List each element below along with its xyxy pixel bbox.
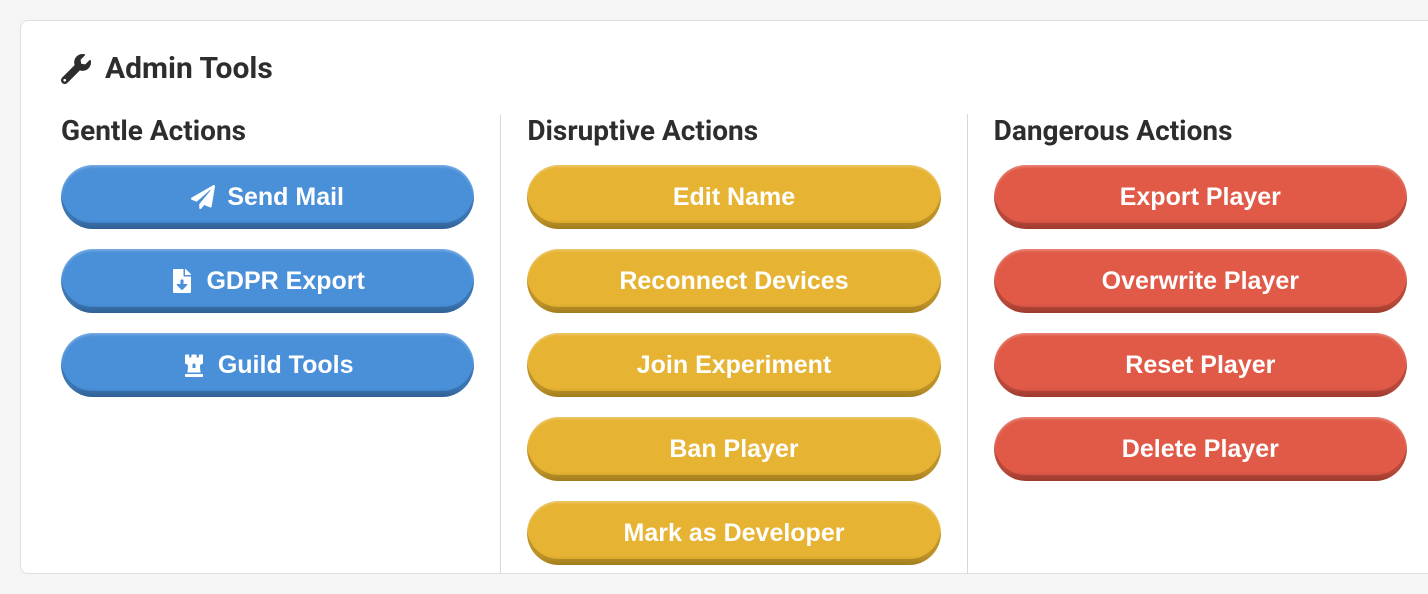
mark-developer-label: Mark as Developer [624, 519, 845, 548]
reconnect-devices-label: Reconnect Devices [619, 267, 848, 296]
export-player-button[interactable]: Export Player [994, 165, 1407, 229]
overwrite-player-button[interactable]: Overwrite Player [994, 249, 1407, 313]
delete-player-button[interactable]: Delete Player [994, 417, 1407, 481]
reset-player-label: Reset Player [1125, 351, 1275, 380]
send-mail-button[interactable]: Send Mail [61, 165, 474, 229]
disruptive-actions-column: Disruptive Actions Edit Name Reconnect D… [500, 114, 966, 574]
dangerous-column-title: Dangerous Actions [994, 114, 1407, 147]
action-columns: Gentle Actions Send Mail GDPR Export [61, 114, 1407, 574]
disruptive-column-title: Disruptive Actions [527, 114, 940, 147]
mark-developer-button[interactable]: Mark as Developer [527, 501, 940, 565]
ban-player-button[interactable]: Ban Player [527, 417, 940, 481]
card-header: Admin Tools [61, 51, 1407, 86]
ban-player-label: Ban Player [669, 435, 798, 464]
dangerous-actions-column: Dangerous Actions Export Player Overwrit… [967, 114, 1407, 574]
delete-player-label: Delete Player [1122, 435, 1279, 464]
paper-plane-icon [191, 185, 215, 209]
gdpr-export-label: GDPR Export [206, 267, 364, 296]
send-mail-label: Send Mail [227, 183, 344, 212]
file-download-icon [170, 269, 194, 293]
guild-tools-label: Guild Tools [218, 351, 354, 380]
card-title: Admin Tools [105, 51, 273, 86]
guild-tools-button[interactable]: Guild Tools [61, 333, 474, 397]
edit-name-label: Edit Name [673, 183, 795, 212]
join-experiment-button[interactable]: Join Experiment [527, 333, 940, 397]
gentle-column-title: Gentle Actions [61, 114, 474, 147]
reconnect-devices-button[interactable]: Reconnect Devices [527, 249, 940, 313]
join-experiment-label: Join Experiment [637, 351, 832, 380]
gentle-actions-column: Gentle Actions Send Mail GDPR Export [61, 114, 500, 574]
export-player-label: Export Player [1120, 183, 1281, 212]
wrench-icon [61, 54, 91, 84]
edit-name-button[interactable]: Edit Name [527, 165, 940, 229]
reset-player-button[interactable]: Reset Player [994, 333, 1407, 397]
admin-tools-card: Admin Tools Gentle Actions Send Mail GDP… [20, 20, 1428, 574]
gdpr-export-button[interactable]: GDPR Export [61, 249, 474, 313]
overwrite-player-label: Overwrite Player [1102, 267, 1299, 296]
chess-rook-icon [182, 353, 206, 377]
